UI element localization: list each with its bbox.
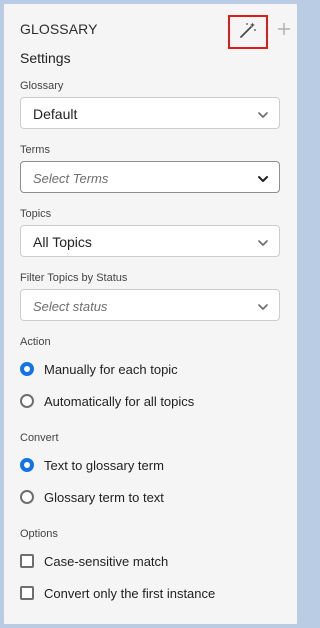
radio-text-to-term[interactable]: Text to glossary term bbox=[20, 454, 164, 476]
convert-label: Convert bbox=[20, 432, 59, 444]
radio-button-selected[interactable] bbox=[20, 362, 34, 376]
topics-select[interactable]: All Topics bbox=[20, 225, 280, 257]
settings-heading: Settings bbox=[20, 50, 71, 66]
status-select-placeholder: Select status bbox=[33, 299, 108, 314]
magic-wand-button[interactable] bbox=[228, 15, 268, 49]
checkbox-first-instance-label: Convert only the first instance bbox=[44, 585, 216, 601]
radio-term-to-text-label: Glossary term to text bbox=[44, 489, 164, 505]
radio-button-selected[interactable] bbox=[20, 458, 34, 472]
filter-status-label: Filter Topics by Status bbox=[20, 272, 128, 284]
checkbox[interactable] bbox=[20, 554, 34, 568]
terms-label: Terms bbox=[20, 144, 50, 156]
terms-select[interactable]: Select Terms bbox=[20, 161, 280, 193]
status-select[interactable]: Select status bbox=[20, 289, 280, 321]
glossary-panel: GLOSSARY Settings Glossary Default Terms… bbox=[4, 4, 297, 624]
radio-button[interactable] bbox=[20, 490, 34, 504]
radio-text-to-term-label: Text to glossary term bbox=[44, 457, 164, 473]
chevron-down-icon bbox=[257, 300, 269, 312]
radio-term-to-text[interactable]: Glossary term to text bbox=[20, 486, 164, 508]
radio-automatically-label: Automatically for all topics bbox=[44, 393, 195, 409]
glossary-select-value: Default bbox=[33, 106, 78, 122]
options-label: Options bbox=[20, 528, 58, 540]
checkbox-first-instance[interactable]: Convert only the first instance bbox=[20, 582, 215, 604]
terms-select-placeholder: Select Terms bbox=[33, 171, 109, 186]
checkbox-case-sensitive-label: Case-sensitive match bbox=[44, 553, 169, 569]
chevron-down-icon bbox=[257, 108, 269, 120]
topics-label: Topics bbox=[20, 208, 52, 220]
chevron-down-icon bbox=[257, 172, 269, 184]
add-button[interactable] bbox=[273, 20, 295, 42]
radio-button[interactable] bbox=[20, 394, 34, 408]
checkbox-case-sensitive[interactable]: Case-sensitive match bbox=[20, 550, 168, 572]
radio-automatically[interactable]: Automatically for all topics bbox=[20, 390, 194, 412]
topics-select-value: All Topics bbox=[33, 234, 92, 250]
plus-icon bbox=[276, 21, 292, 42]
panel-header: GLOSSARY bbox=[20, 12, 290, 49]
chevron-down-icon bbox=[257, 236, 269, 248]
radio-manually[interactable]: Manually for each topic bbox=[20, 358, 178, 380]
radio-manually-label: Manually for each topic bbox=[44, 361, 178, 377]
magic-wand-icon bbox=[238, 20, 258, 45]
glossary-select[interactable]: Default bbox=[20, 97, 280, 129]
panel-title: GLOSSARY bbox=[20, 21, 98, 37]
checkbox[interactable] bbox=[20, 586, 34, 600]
glossary-label: Glossary bbox=[20, 80, 64, 92]
action-label: Action bbox=[20, 336, 51, 348]
